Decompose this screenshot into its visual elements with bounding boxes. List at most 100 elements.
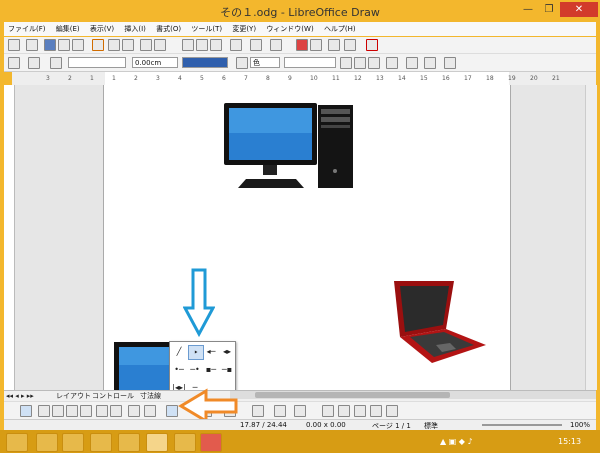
monitor-icon[interactable] bbox=[112, 340, 174, 392]
line-icon[interactable] bbox=[28, 57, 40, 69]
bring-to-front-icon[interactable] bbox=[354, 57, 366, 69]
menu-tools[interactable]: ツール(T) bbox=[187, 22, 226, 36]
ruler-number: 21 bbox=[552, 75, 560, 82]
edit-file-icon[interactable] bbox=[72, 39, 84, 51]
arrange-icon[interactable] bbox=[424, 57, 436, 69]
navigator-icon[interactable] bbox=[328, 39, 340, 51]
shadow-icon[interactable] bbox=[340, 57, 352, 69]
points-icon[interactable] bbox=[322, 405, 334, 417]
app-icon[interactable] bbox=[90, 433, 112, 452]
close-button[interactable]: ✕ bbox=[560, 2, 598, 17]
line-style-select[interactable] bbox=[68, 57, 126, 68]
stars-icon[interactable] bbox=[294, 405, 306, 417]
styles-icon[interactable] bbox=[8, 57, 20, 69]
autospell-icon[interactable] bbox=[154, 39, 166, 51]
horizontal-scroll-thumb[interactable] bbox=[255, 392, 450, 398]
line-arrows-both-tool[interactable]: ◂▸ bbox=[220, 345, 234, 358]
curve-icon[interactable] bbox=[128, 405, 140, 417]
export-pdf-icon[interactable] bbox=[92, 39, 104, 51]
fit-text-icon[interactable] bbox=[110, 405, 122, 417]
tab-dimension-lines[interactable]: 寸法線 bbox=[140, 391, 161, 401]
line-ends-arrow-tool[interactable]: ‣ bbox=[188, 345, 204, 360]
line-icon[interactable] bbox=[38, 405, 50, 417]
line-arrow-circle-tool[interactable]: ─• bbox=[188, 363, 202, 376]
arrow-style-icon[interactable] bbox=[50, 57, 62, 69]
line-arrow-start-tool[interactable]: ◂─ bbox=[204, 345, 218, 358]
spellcheck-icon[interactable] bbox=[140, 39, 152, 51]
line-tool[interactable]: ╱ bbox=[172, 345, 186, 358]
menu-help[interactable]: ヘルプ(H) bbox=[320, 22, 360, 36]
callouts-icon[interactable] bbox=[274, 405, 286, 417]
menu-modify[interactable]: 変更(Y) bbox=[228, 22, 260, 36]
line-circle-arrow-tool[interactable]: •─ bbox=[172, 363, 186, 376]
save-icon[interactable] bbox=[44, 39, 56, 51]
tab-controls[interactable]: コントロール bbox=[92, 391, 134, 401]
menu-bar: ファイル(F) 編集(E) 表示(V) 挿入(I) 書式(O) ツール(T) 変… bbox=[4, 22, 596, 36]
zoom-icon[interactable] bbox=[344, 39, 356, 51]
start-icon[interactable] bbox=[6, 433, 28, 452]
laptop-icon[interactable] bbox=[388, 277, 493, 367]
minimize-button[interactable]: — bbox=[518, 2, 538, 17]
extrusion-icon[interactable] bbox=[386, 405, 398, 417]
menu-window[interactable]: ウィンドウ(W) bbox=[262, 22, 317, 36]
help-icon[interactable] bbox=[366, 39, 378, 51]
rectangle-icon[interactable] bbox=[66, 405, 78, 417]
fontwork-icon[interactable] bbox=[354, 405, 366, 417]
flowchart-icon[interactable] bbox=[252, 405, 264, 417]
tab-nav-icon[interactable]: ◂◂ ◂ ▸ ▸▸ bbox=[6, 391, 34, 401]
line-width-input[interactable]: 0.00cm bbox=[132, 57, 178, 68]
redo-icon[interactable] bbox=[270, 39, 282, 51]
connector-icon[interactable] bbox=[144, 405, 156, 417]
app-icon[interactable] bbox=[118, 433, 140, 452]
print-preview-icon[interactable] bbox=[122, 39, 134, 51]
libreoffice-taskbar-icon[interactable] bbox=[146, 433, 168, 452]
ruler-number: 11 bbox=[332, 75, 340, 82]
undo-icon[interactable] bbox=[250, 39, 262, 51]
line-arrow-square-tool[interactable]: ─▪ bbox=[220, 363, 234, 376]
area-style-select[interactable]: 色 bbox=[250, 57, 280, 68]
print-icon[interactable] bbox=[108, 39, 120, 51]
gallery-icon[interactable] bbox=[310, 39, 322, 51]
tray-icons[interactable]: ▲ ▣ ◆ ♪ bbox=[440, 437, 473, 446]
restore-button[interactable]: ❐ bbox=[540, 2, 558, 17]
area-fill-select[interactable] bbox=[284, 57, 336, 68]
ie-icon[interactable] bbox=[36, 433, 58, 452]
new-document-icon[interactable] bbox=[8, 39, 20, 51]
send-to-back-icon[interactable] bbox=[368, 57, 380, 69]
select-arrow-icon[interactable] bbox=[20, 405, 32, 417]
app-icon[interactable] bbox=[174, 433, 196, 452]
vertical-scrollbar[interactable] bbox=[585, 85, 597, 390]
paste-icon[interactable] bbox=[210, 39, 222, 51]
pdf-icon[interactable] bbox=[200, 433, 222, 452]
line-color-select[interactable] bbox=[182, 57, 228, 68]
taskbar: ▲ ▣ ◆ ♪ 15:13 bbox=[0, 430, 600, 453]
email-icon[interactable] bbox=[58, 39, 70, 51]
area-icon[interactable] bbox=[236, 57, 248, 69]
glue-points-icon[interactable] bbox=[338, 405, 350, 417]
lines-arrows-icon[interactable] bbox=[166, 405, 178, 417]
copy-icon[interactable] bbox=[196, 39, 208, 51]
ellipse-icon[interactable] bbox=[80, 405, 92, 417]
menu-edit[interactable]: 編集(E) bbox=[52, 22, 84, 36]
line-square-arrow-tool[interactable]: ▪─ bbox=[204, 363, 218, 376]
open-folder-icon[interactable] bbox=[26, 39, 38, 51]
clock[interactable]: 15:13 bbox=[558, 437, 581, 446]
menu-view[interactable]: 表示(V) bbox=[86, 22, 118, 36]
desktop-computer-icon[interactable] bbox=[218, 99, 358, 194]
text-icon[interactable] bbox=[96, 405, 108, 417]
image-from-file-icon[interactable] bbox=[370, 405, 382, 417]
chart-icon[interactable] bbox=[296, 39, 308, 51]
zoom-slider[interactable] bbox=[482, 424, 562, 426]
menu-insert[interactable]: 挿入(I) bbox=[120, 22, 150, 36]
explorer-icon[interactable] bbox=[62, 433, 84, 452]
menu-format[interactable]: 書式(O) bbox=[152, 22, 185, 36]
select-icon[interactable] bbox=[444, 57, 456, 69]
cut-icon[interactable] bbox=[182, 39, 194, 51]
line-arrow-icon[interactable] bbox=[52, 405, 64, 417]
object-rotate-icon[interactable] bbox=[386, 57, 398, 69]
menu-file[interactable]: ファイル(F) bbox=[4, 22, 50, 36]
align-icon[interactable] bbox=[406, 57, 418, 69]
tab-layout[interactable]: レイアウト bbox=[56, 391, 91, 401]
clone-formatting-icon[interactable] bbox=[230, 39, 242, 51]
line-fill-toolbar: 0.00cm 色 bbox=[4, 54, 596, 72]
